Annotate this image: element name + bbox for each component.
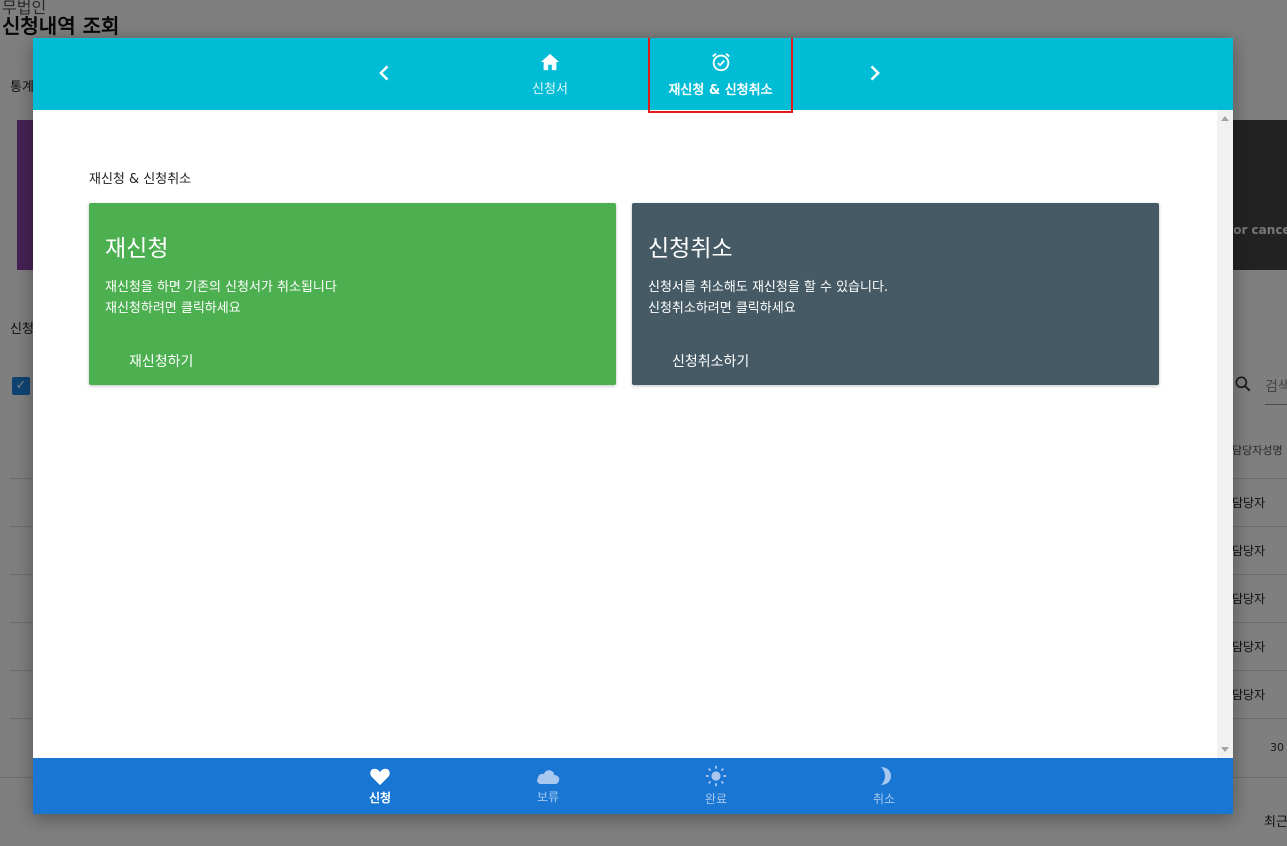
cloud-icon (537, 770, 560, 784)
bottom-nav-label: 취소 (872, 792, 896, 806)
card-desc-line: 신청취소하려면 클릭하세요 (648, 301, 796, 316)
bottom-nav-label: 보류 (536, 790, 560, 804)
scroll-up-arrow-icon[interactable] (1221, 116, 1229, 121)
tab-label: 신청서 (532, 81, 568, 97)
reapply-card[interactable]: 재신청 재신청을 하면 기존의 신청서가 취소됩니다 재신청하려면 클릭하세요 … (89, 203, 616, 385)
highlight-box (648, 38, 793, 113)
heart-icon (370, 768, 390, 786)
card-description: 신청서를 취소해도 재신청을 할 수 있습니다. 신청취소하려면 클릭하세요 (648, 277, 1143, 319)
chevron-left-icon (379, 65, 389, 81)
card-desc-line: 신청서를 취소해도 재신청을 할 수 있습니다. (648, 280, 889, 295)
bottom-nav-cancel[interactable]: 취소 (854, 758, 914, 814)
section-title: 재신청 & 신청취소 (89, 172, 192, 187)
bottom-nav-hold[interactable]: 보류 (518, 758, 578, 814)
bottom-nav-complete[interactable]: 완료 (686, 758, 746, 814)
prev-arrow-button[interactable] (370, 58, 400, 88)
next-arrow-button[interactable] (859, 58, 889, 88)
top-navigation-bar: 신청서 재신청 & 신청취소 (33, 38, 1233, 110)
moon-icon (881, 767, 891, 785)
tab-application[interactable]: 신청서 (510, 38, 590, 110)
card-title: 신청취소 (648, 236, 733, 262)
card-title: 재신청 (105, 236, 169, 262)
cancel-application-button[interactable]: 신청취소하기 (672, 351, 749, 371)
scroll-down-arrow-icon[interactable] (1221, 747, 1229, 752)
card-desc-line: 재신청을 하면 기존의 신청서가 취소됩니다 (105, 280, 337, 295)
modal-content: 재신청 & 신청취소 재신청 재신청을 하면 기존의 신청서가 취소됩니다 재신… (33, 110, 1217, 758)
card-desc-line: 재신청하려면 클릭하세요 (105, 301, 241, 316)
bottom-nav-apply[interactable]: 신청 (350, 758, 410, 814)
sun-icon (705, 765, 727, 787)
bottom-navigation-bar: 신청 보류 완료 취소 (33, 758, 1233, 814)
modal-dialog: 신청서 재신청 & 신청취소 재신청 & 신청취소 재신청 재신청을 하면 기존… (33, 38, 1233, 814)
bottom-nav-label: 신청 (368, 791, 392, 805)
vertical-scrollbar[interactable] (1217, 110, 1233, 758)
chevron-right-icon (870, 65, 880, 81)
cancel-application-card[interactable]: 신청취소 신청서를 취소해도 재신청을 할 수 있습니다. 신청취소하려면 클릭… (632, 203, 1159, 385)
bottom-nav-label: 완료 (704, 792, 728, 806)
reapply-button[interactable]: 재신청하기 (129, 351, 193, 371)
home-icon (540, 53, 560, 70)
card-description: 재신청을 하면 기존의 신청서가 취소됩니다 재신청하려면 클릭하세요 (105, 277, 600, 319)
